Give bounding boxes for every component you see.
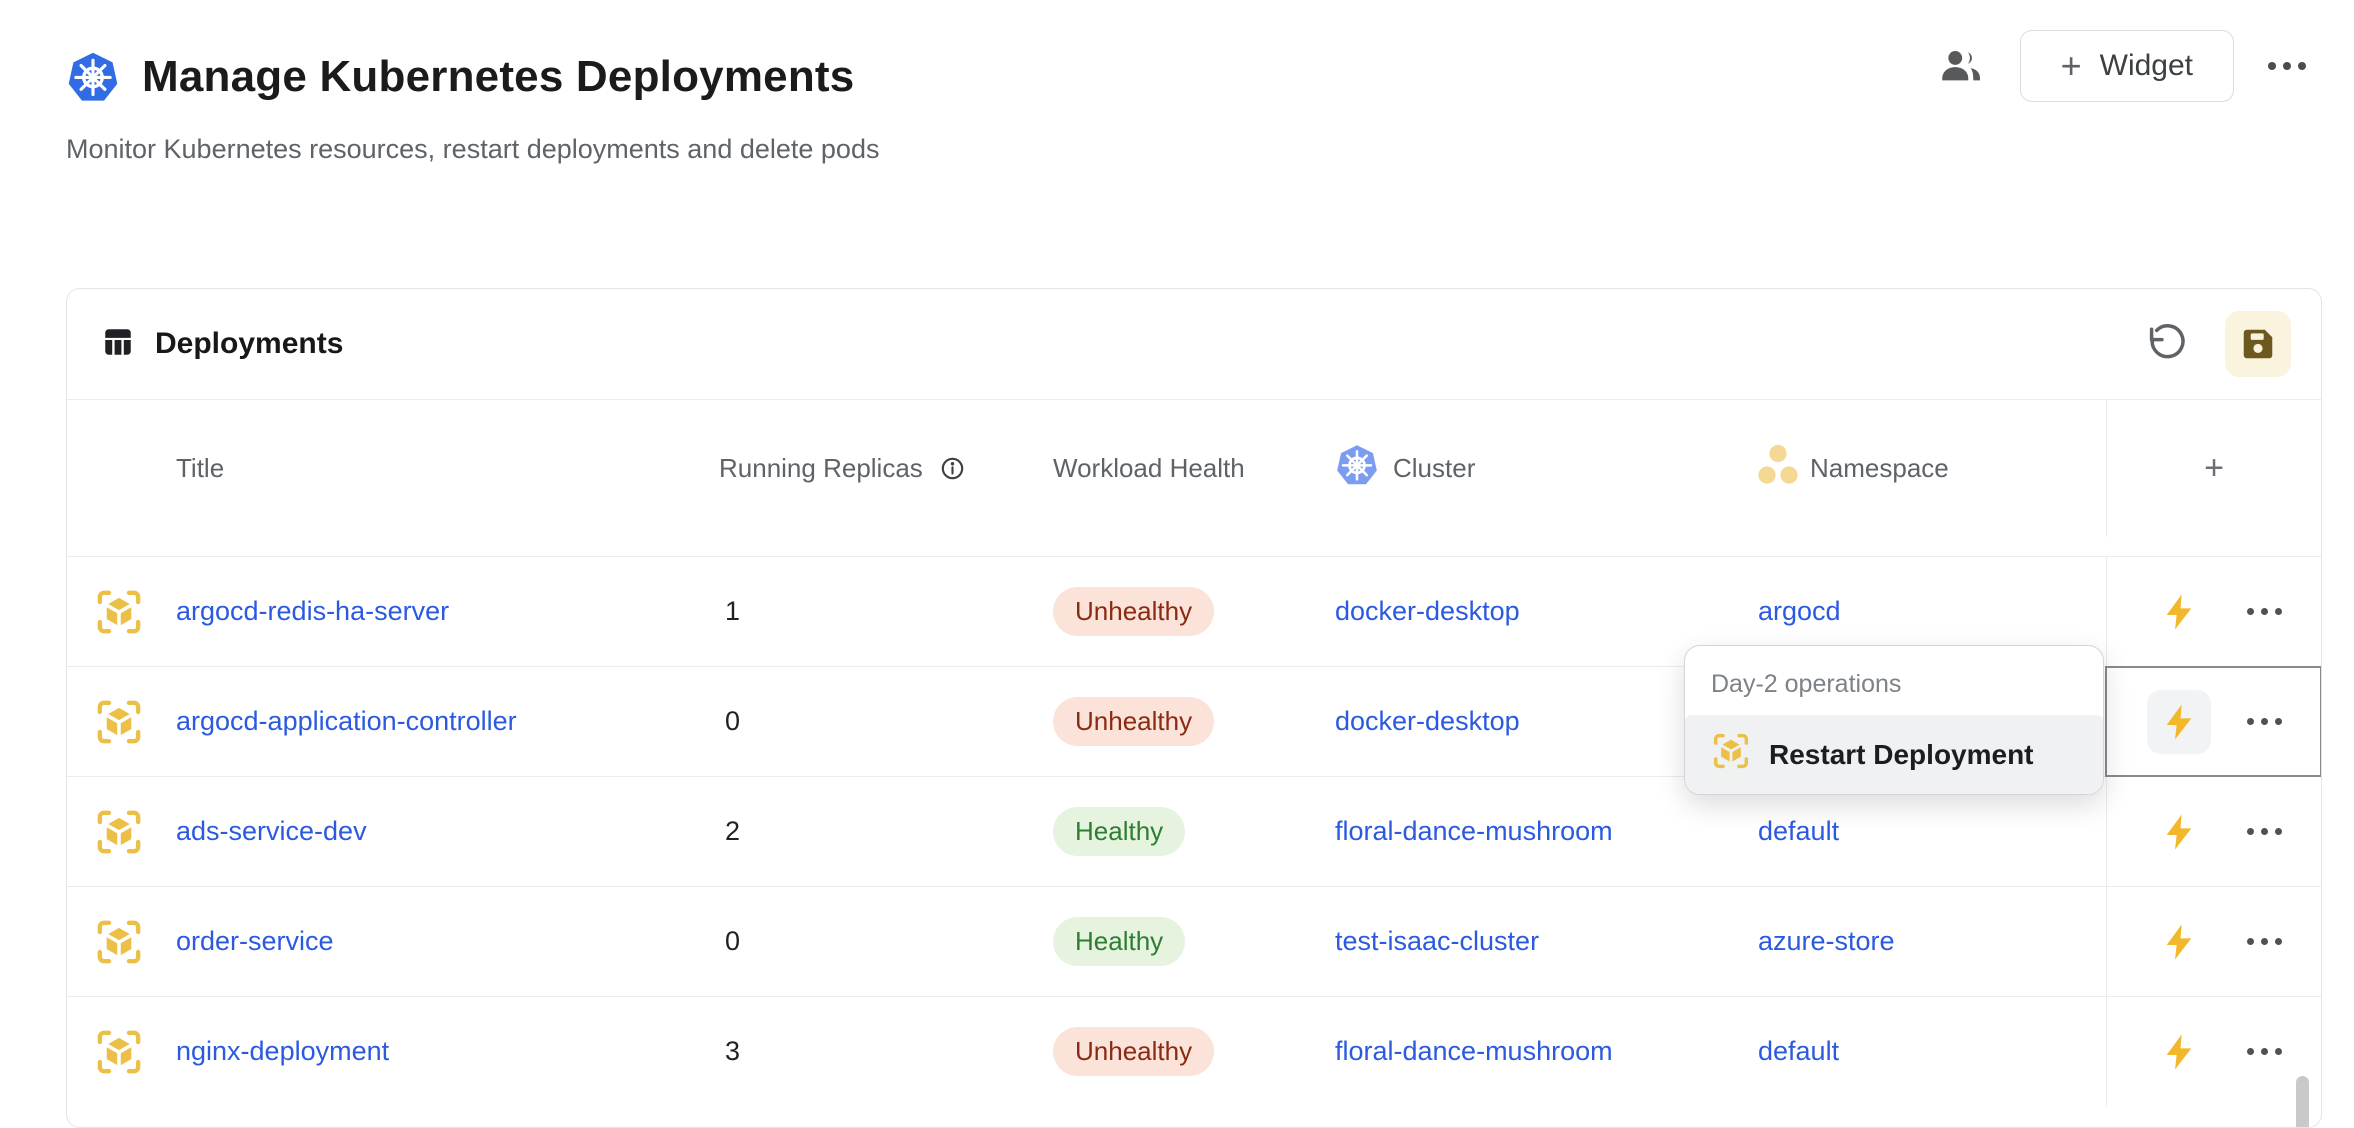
health-badge: Healthy xyxy=(1053,807,1185,856)
lightning-bolt-icon[interactable] xyxy=(2147,910,2211,974)
add-widget-button[interactable]: + Widget xyxy=(2020,30,2234,102)
row-actions xyxy=(2106,557,2321,666)
page-subtitle: Monitor Kubernetes resources, restart de… xyxy=(66,134,2306,165)
namespace-link[interactable]: argocd xyxy=(1758,596,1841,627)
row-more-menu[interactable] xyxy=(2247,828,2282,835)
health-badge: Healthy xyxy=(1053,917,1185,966)
namespace-dots-icon xyxy=(1756,443,1800,494)
panel-title: Deployments xyxy=(155,327,343,361)
people-icon[interactable] xyxy=(1936,41,1986,91)
row-actions xyxy=(2106,777,2321,886)
cluster-link[interactable]: floral-dance-mushroom xyxy=(1335,1036,1613,1067)
lightning-bolt-icon[interactable] xyxy=(2147,800,2211,864)
plus-icon: + xyxy=(2061,48,2082,84)
row-actions-focused xyxy=(2106,667,2321,776)
row-actions xyxy=(2106,887,2321,996)
replicas-value: 2 xyxy=(711,777,1047,886)
namespace-link[interactable]: default xyxy=(1758,816,1839,847)
namespace-link[interactable]: default xyxy=(1758,1036,1839,1067)
deployment-icon xyxy=(67,997,161,1106)
header-controls: + Widget xyxy=(1936,30,2306,102)
deployment-link[interactable]: nginx-deployment xyxy=(176,1036,389,1067)
row-actions xyxy=(2106,997,2321,1106)
deployment-icon xyxy=(67,667,161,776)
kubernetes-icon xyxy=(66,50,120,104)
menu-header: Day-2 operations xyxy=(1685,646,2103,715)
table-icon xyxy=(101,325,135,364)
deployment-link[interactable]: ads-service-dev xyxy=(176,816,367,847)
vertical-scrollbar[interactable] xyxy=(2296,1076,2309,1128)
row-more-menu[interactable] xyxy=(2247,1048,2282,1055)
column-namespace[interactable]: Namespace xyxy=(1756,400,2106,537)
deployments-panel: Deployments Title Running Replicas xyxy=(66,288,2322,1128)
deployment-icon xyxy=(1711,731,1751,778)
page-title: Manage Kubernetes Deployments xyxy=(142,52,854,102)
lightning-bolt-icon[interactable] xyxy=(2147,580,2211,644)
panel-header: Deployments xyxy=(67,289,2321,400)
cluster-link[interactable]: test-isaac-cluster xyxy=(1335,926,1539,957)
row-more-menu[interactable] xyxy=(2247,938,2282,945)
scrolled-row-sliver xyxy=(67,537,2321,556)
deployment-link[interactable]: argocd-application-controller xyxy=(176,706,517,737)
replicas-value: 0 xyxy=(711,667,1047,776)
health-badge: Unhealthy xyxy=(1053,1027,1214,1076)
table-header-row: Title Running Replicas Workload Health xyxy=(67,400,2321,537)
row-more-menu[interactable] xyxy=(2247,718,2282,725)
column-icon-spacer xyxy=(67,400,161,537)
deployment-icon xyxy=(67,887,161,996)
column-workload-health[interactable]: Workload Health xyxy=(1047,400,1331,537)
menu-item-restart-deployment[interactable]: Restart Deployment xyxy=(1685,715,2103,794)
deployment-icon xyxy=(67,557,161,666)
column-cluster[interactable]: Cluster xyxy=(1331,400,1756,537)
health-badge: Unhealthy xyxy=(1053,587,1214,636)
row-more-menu[interactable] xyxy=(2247,608,2282,615)
deployment-link[interactable]: order-service xyxy=(176,926,334,957)
save-button[interactable] xyxy=(2225,311,2291,377)
add-column-button[interactable]: + xyxy=(2106,400,2321,537)
health-badge: Unhealthy xyxy=(1053,697,1214,746)
table-row: nginx-deployment 3 Unhealthy floral-danc… xyxy=(67,996,2321,1106)
deployment-icon xyxy=(67,777,161,886)
add-widget-label: Widget xyxy=(2100,49,2193,83)
column-running-replicas[interactable]: Running Replicas xyxy=(711,400,1047,537)
undo-icon[interactable] xyxy=(2139,316,2195,372)
column-title[interactable]: Title xyxy=(161,400,711,537)
deployment-link[interactable]: argocd-redis-ha-server xyxy=(176,596,449,627)
lightning-bolt-icon[interactable] xyxy=(2147,690,2211,754)
cluster-link[interactable]: floral-dance-mushroom xyxy=(1335,816,1613,847)
replicas-value: 1 xyxy=(711,557,1047,666)
replicas-value: 3 xyxy=(711,997,1047,1106)
cluster-link[interactable]: docker-desktop xyxy=(1335,706,1520,737)
page-more-menu[interactable] xyxy=(2268,62,2306,70)
kubernetes-icon xyxy=(1335,443,1379,494)
replicas-value: 0 xyxy=(711,887,1047,996)
cluster-link[interactable]: docker-desktop xyxy=(1335,596,1520,627)
lightning-bolt-icon[interactable] xyxy=(2147,1020,2211,1084)
namespace-link[interactable]: azure-store xyxy=(1758,926,1895,957)
info-icon[interactable] xyxy=(939,455,966,482)
day2-operations-menu: Day-2 operations Restart Deployment xyxy=(1684,645,2104,795)
table-row: order-service 0 Healthy test-isaac-clust… xyxy=(67,886,2321,996)
menu-item-label: Restart Deployment xyxy=(1769,739,2034,771)
